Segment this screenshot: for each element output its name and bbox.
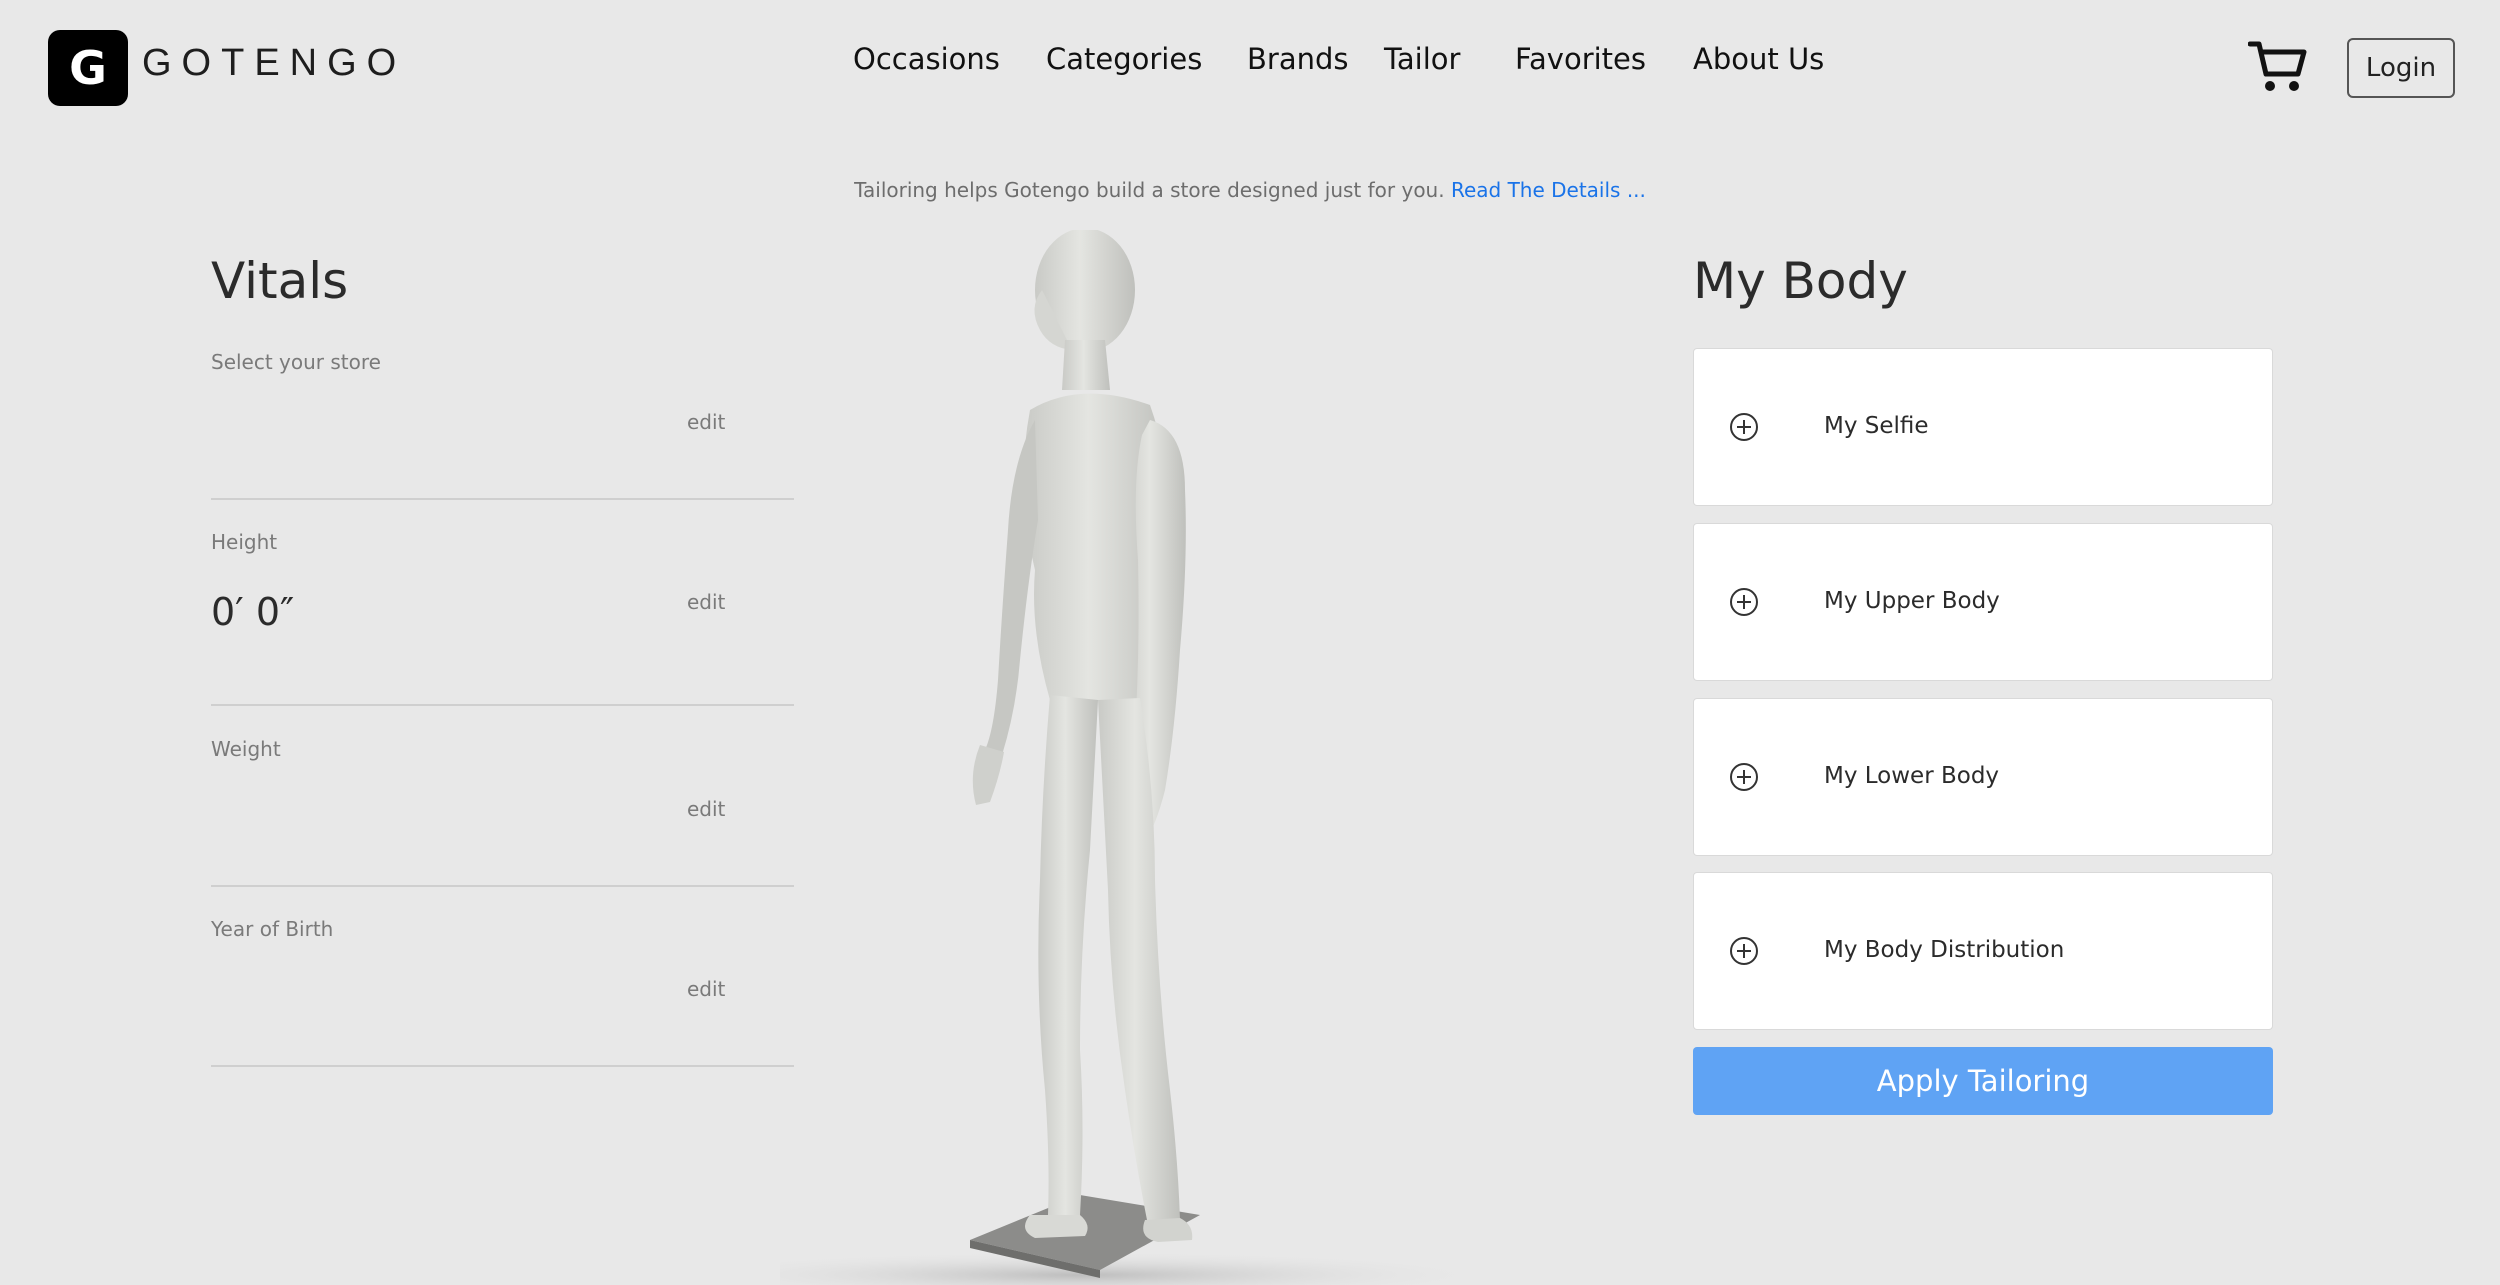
login-button[interactable]: Login — [2347, 38, 2455, 98]
nav-occasions[interactable]: Occasions — [853, 42, 1000, 76]
nav-categories[interactable]: Categories — [1046, 42, 1202, 76]
card-my-selfie[interactable]: My Selfie — [1693, 348, 2273, 506]
main-nav: Occasions Categories Brands Tailor Favor… — [0, 42, 2500, 82]
weight-edit-link[interactable]: edit — [687, 797, 725, 821]
nav-brands[interactable]: Brands — [1247, 42, 1349, 76]
card-my-body-distribution[interactable]: My Body Distribution — [1693, 872, 2273, 1030]
card-label: My Lower Body — [1824, 763, 2000, 789]
card-label: My Body Distribution — [1824, 937, 2065, 963]
card-my-upper-body[interactable]: My Upper Body — [1693, 523, 2273, 681]
vital-weight: Weight edit — [211, 737, 794, 887]
plus-circle-icon[interactable] — [1728, 411, 1760, 443]
store-label: Select your store — [211, 350, 381, 374]
height-edit-link[interactable]: edit — [687, 590, 725, 614]
card-label: My Upper Body — [1824, 588, 2000, 614]
apply-tailoring-button[interactable]: Apply Tailoring — [1693, 1047, 2273, 1115]
my-body-title: My Body — [1693, 252, 1908, 310]
birth-edit-link[interactable]: edit — [687, 977, 725, 1001]
store-edit-link[interactable]: edit — [687, 410, 725, 434]
height-label: Height — [211, 530, 278, 554]
plus-circle-icon[interactable] — [1728, 586, 1760, 618]
card-my-lower-body[interactable]: My Lower Body — [1693, 698, 2273, 856]
tagline-text: Tailoring helps Gotengo build a store de… — [854, 178, 1445, 202]
weight-label: Weight — [211, 737, 281, 761]
vital-year-of-birth: Year of Birth edit — [211, 917, 794, 1067]
birth-label: Year of Birth — [211, 917, 334, 941]
vital-store: Select your store edit — [211, 350, 794, 500]
nav-favorites[interactable]: Favorites — [1515, 42, 1646, 76]
vital-height: Height 0′ 0″ edit — [211, 530, 794, 706]
tailoring-tagline: Tailoring helps Gotengo build a store de… — [0, 178, 2500, 202]
nav-about-us[interactable]: About Us — [1693, 42, 1824, 76]
height-value: 0′ 0″ — [211, 590, 295, 634]
vitals-title: Vitals — [211, 252, 349, 310]
cart-icon[interactable] — [2248, 38, 2308, 94]
nav-tailor[interactable]: Tailor — [1384, 42, 1460, 76]
mannequin-figure — [780, 230, 1500, 1285]
plus-circle-icon[interactable] — [1728, 935, 1760, 967]
plus-circle-icon[interactable] — [1728, 761, 1760, 793]
read-details-link[interactable]: Read The Details ... — [1451, 178, 1646, 202]
card-label: My Selfie — [1824, 413, 1929, 439]
